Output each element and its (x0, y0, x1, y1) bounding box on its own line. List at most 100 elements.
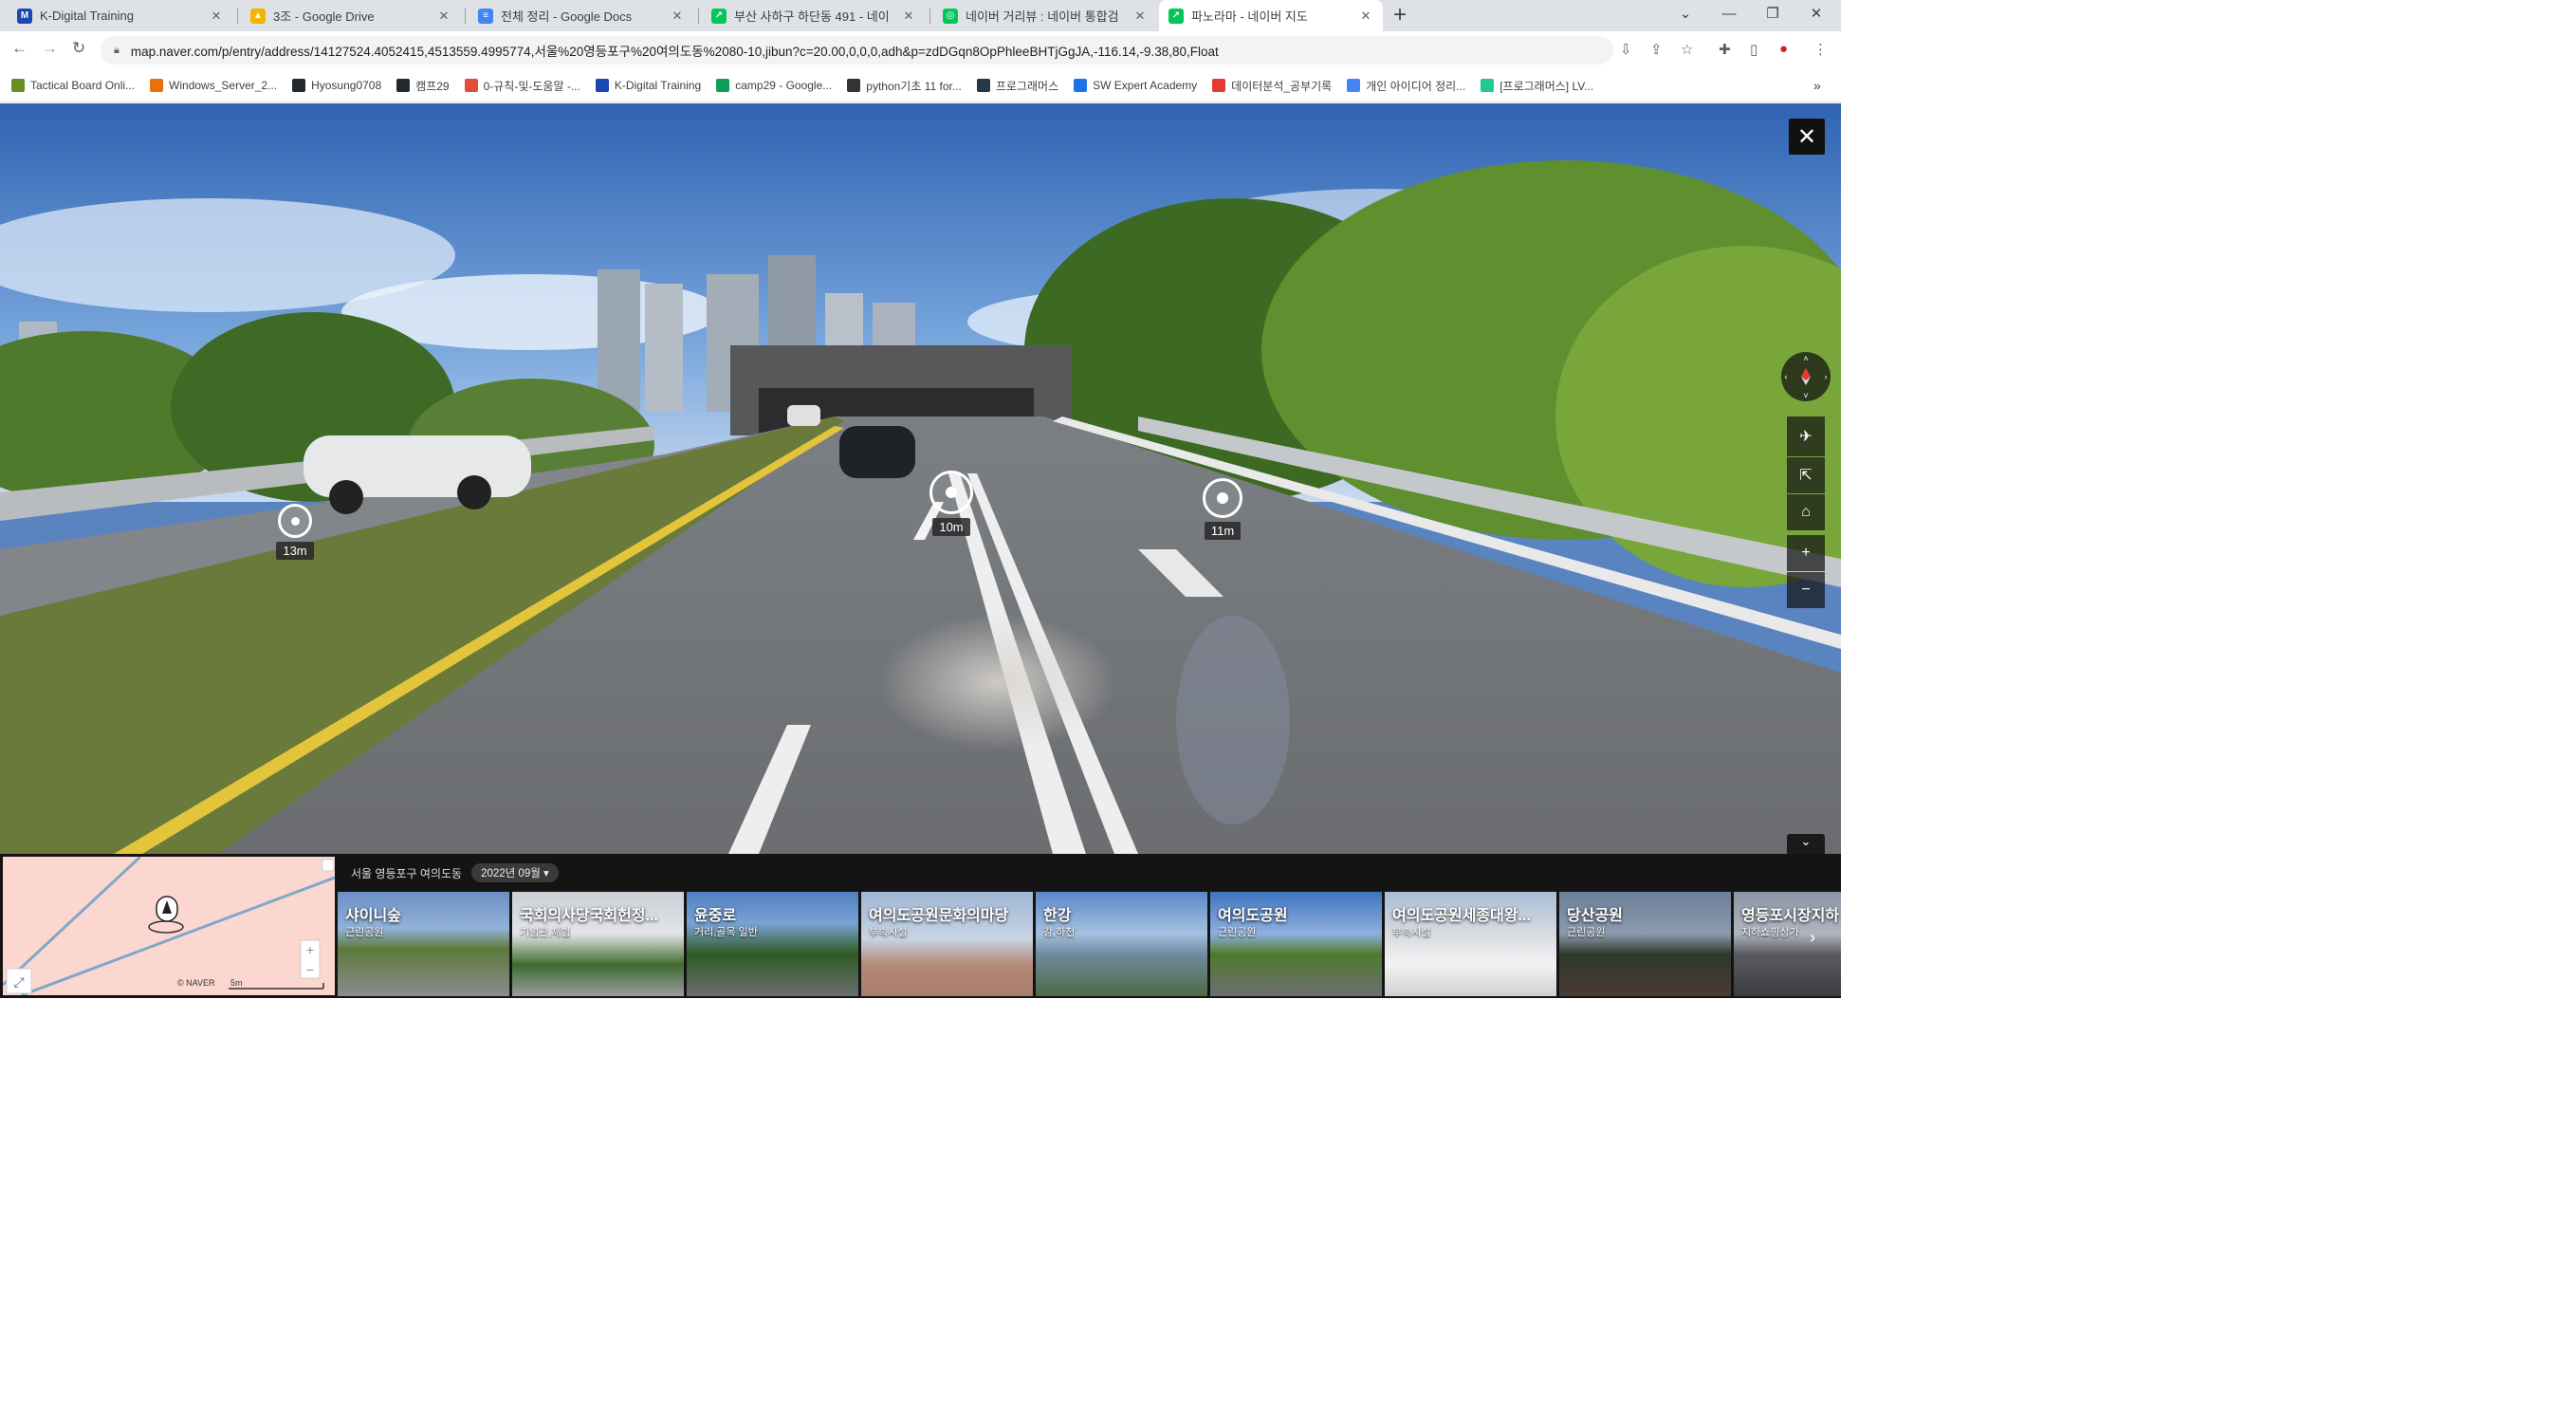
naver-map-icon: ↗ (711, 8, 727, 24)
collapse-strip-button[interactable]: ⌄ (1787, 834, 1825, 854)
bookmark-item[interactable]: Windows_Server_2... (150, 79, 277, 92)
bookmarks-overflow-icon[interactable]: » (1813, 78, 1821, 93)
new-tab-button[interactable]: + (1393, 2, 1407, 28)
svg-text:⤢: ⤢ (13, 974, 24, 990)
bookmark-item[interactable]: K-Digital Training (595, 79, 701, 92)
naver-copyright: © NAVER (177, 978, 215, 988)
tab-search-icon[interactable]: ⌄ (1664, 0, 1707, 27)
minus-icon: − (1801, 582, 1811, 598)
share-icon: ⇱ (1799, 468, 1812, 484)
pano-move-marker[interactable]: 13m (269, 504, 321, 560)
place-name: 영등포시장지하 (1741, 908, 1840, 924)
bookmark-item[interactable]: 개인 아이디어 정리... (1347, 78, 1465, 94)
year-month-selector[interactable]: 2022년 09월 ▾ (471, 863, 559, 882)
bookmark-item[interactable]: camp29 - Google... (716, 79, 832, 92)
bookmark-item[interactable]: 프로그래머스 (976, 78, 1058, 94)
browser-window: M K-Digital Training ✕ ▲ 3조 - Google Dri… (0, 0, 1841, 998)
bookmark-item[interactable]: SW Expert Academy (1074, 79, 1197, 92)
nearby-place-thumbnail[interactable]: 여의도공원문화의마당부속시설 (861, 892, 1033, 996)
bookmark-label: 데이터분석_공부기록 (1231, 79, 1333, 93)
nearby-place-thumbnail[interactable]: 여의도공원세종대왕... 부속시설 (1385, 892, 1556, 996)
restore-button[interactable]: ❐ (1751, 0, 1794, 27)
place-category: 부속시설 (869, 927, 908, 938)
location-bar: 서울 영등포구 여의도동 2022년 09월 ▾ (351, 863, 559, 882)
close-tab-icon[interactable]: ✕ (1132, 9, 1148, 24)
compass-control[interactable]: ˄ ˅ ‹ › (1781, 352, 1831, 401)
install-app-icon[interactable]: ⇩ (1620, 41, 1632, 58)
bookmark-item[interactable]: Tactical Board Onli... (11, 79, 135, 92)
address-bar[interactable]: 🔒︎ map.naver.com/p/entry/address/1412752… (101, 36, 1613, 65)
close-tab-icon[interactable]: ✕ (670, 9, 685, 24)
marker-distance-label: 10m (932, 518, 970, 536)
zoom-in-button[interactable]: + (1787, 535, 1825, 571)
tab-naver-streetview-search[interactable]: ◎ 네이버 거리뷰 : 네이버 통합검 ✕ (933, 0, 1157, 31)
nearby-place-thumbnail[interactable]: 당산공원 근린공원 (1559, 892, 1731, 996)
street-panorama-image (0, 103, 1841, 854)
bookmark-item[interactable]: 캠프29 (396, 78, 450, 94)
bookmark-favicon-icon (976, 79, 990, 92)
bookmark-label: 0-규칙-및-도움말 -... (483, 79, 580, 93)
location-text: 서울 영등포구 여의도동 (351, 866, 463, 880)
close-tab-icon[interactable]: ✕ (1358, 9, 1373, 24)
bookmark-item[interactable]: [프로그래머스] LV... (1481, 78, 1593, 94)
place-name: 여의도공원문화의마당 (869, 908, 1009, 924)
drive-icon: ▲ (250, 8, 266, 24)
bookmark-favicon-icon (847, 79, 861, 92)
nearby-place-thumbnail[interactable]: 국회의사당국회헌정... 기념관,체험 (512, 892, 684, 996)
bookmark-favicon-icon (1074, 79, 1088, 92)
nearby-place-thumbnail[interactable]: 윤중로 거리,골목 일반 (687, 892, 858, 996)
bookmark-item[interactable]: python기초 11 for... (847, 78, 962, 94)
panorama-view[interactable]: ✕ ˄ ˅ ‹ › ✈ ⇱ ⌂ + − 13m 10m 11m ⌄ (0, 103, 1841, 854)
tab-title: K-Digital Training (40, 9, 134, 23)
mini-map[interactable]: + − ⤢ © NAVER 5m (3, 857, 335, 995)
aerial-view-button[interactable]: ✈ (1787, 416, 1825, 456)
bookmark-favicon-icon (1481, 79, 1495, 92)
place-name: 한강 (1043, 908, 1072, 924)
cctv-button[interactable]: ⌂ (1787, 494, 1825, 530)
place-category: 지하쇼핑상가 (1741, 927, 1799, 938)
menu-kebab-icon[interactable]: ⋮ (1813, 41, 1828, 58)
share-icon[interactable]: ⇪ (1650, 41, 1663, 58)
close-panorama-button[interactable]: ✕ (1789, 119, 1825, 155)
bookmark-item[interactable]: 데이터분석_공부기록 (1212, 78, 1332, 94)
back-arrow-icon[interactable]: ← (11, 39, 28, 58)
close-tab-icon[interactable]: ✕ (209, 9, 224, 24)
bookmark-item[interactable]: Hyosung0708 (292, 79, 381, 92)
pano-move-marker[interactable]: 10m (924, 471, 979, 536)
pano-move-marker[interactable]: 11m (1197, 478, 1248, 540)
url-text: map.naver.com/p/entry/address/14127524.4… (130, 45, 1219, 59)
minimize-button[interactable]: — (1707, 0, 1751, 27)
bookmark-favicon-icon (464, 79, 478, 92)
place-name: 윤중로 (694, 908, 737, 924)
nearby-place-thumbnail[interactable]: 한강 강,하천 (1036, 892, 1207, 996)
tab-panorama-naver-map[interactable]: ↗ 파노라마 - 네이버 지도 ✕ (1159, 0, 1383, 31)
nearby-place-thumbnail[interactable]: 여의도공원 근린공원 (1210, 892, 1382, 996)
next-arrow-icon[interactable]: › (1810, 928, 1815, 948)
place-category: 근린공원 (1218, 927, 1257, 938)
forward-arrow-icon[interactable]: → (42, 39, 58, 58)
zoom-out-button[interactable]: − (1787, 572, 1825, 608)
tab-title: 네이버 거리뷰 : 네이버 통합검 (966, 9, 1119, 24)
bookmark-label: SW Expert Academy (1093, 79, 1198, 92)
tab-title: 부산 사하구 하단동 491 - 네이 (734, 9, 890, 24)
share-button[interactable]: ⇱ (1787, 457, 1825, 493)
nearby-places-strip: 샤이니숲 근린공원 국회의사당국회헌정... 기념관,체험 윤중로 거리,골목 일반 여의도… (338, 892, 1841, 996)
naver-search-icon: ◎ (943, 8, 958, 24)
nearby-place-thumbnail[interactable]: 영등포시장지하지하쇼핑상가 (1734, 892, 1841, 996)
tab-google-drive[interactable]: ▲ 3조 - Google Drive ✕ (241, 0, 461, 31)
tab-google-docs[interactable]: ≡ 전체 정리 - Google Docs ✕ (469, 0, 694, 31)
profile-avatar[interactable]: ● (1779, 41, 1788, 57)
place-category: 근린공원 (345, 927, 384, 938)
tab-naver-map-busan[interactable]: ↗ 부산 사하구 하단동 491 - 네이 ✕ (702, 0, 926, 31)
bookmark-star-icon[interactable]: ☆ (1681, 41, 1693, 58)
side-panel-icon[interactable]: ▯ (1750, 41, 1757, 58)
close-tab-icon[interactable]: ✕ (901, 9, 916, 24)
extensions-icon[interactable]: ✚ (1719, 41, 1731, 58)
nearby-place-thumbnail[interactable]: 샤이니숲 근린공원 (338, 892, 509, 996)
bookmark-favicon-icon (396, 79, 411, 92)
close-window-button[interactable]: ✕ (1794, 0, 1838, 27)
reload-icon[interactable]: ↻ (72, 39, 85, 58)
close-tab-icon[interactable]: ✕ (436, 9, 451, 24)
bookmark-item[interactable]: 0-규칙-및-도움말 -... (464, 78, 580, 94)
tab-k-digital-training[interactable]: M K-Digital Training ✕ (8, 0, 233, 31)
